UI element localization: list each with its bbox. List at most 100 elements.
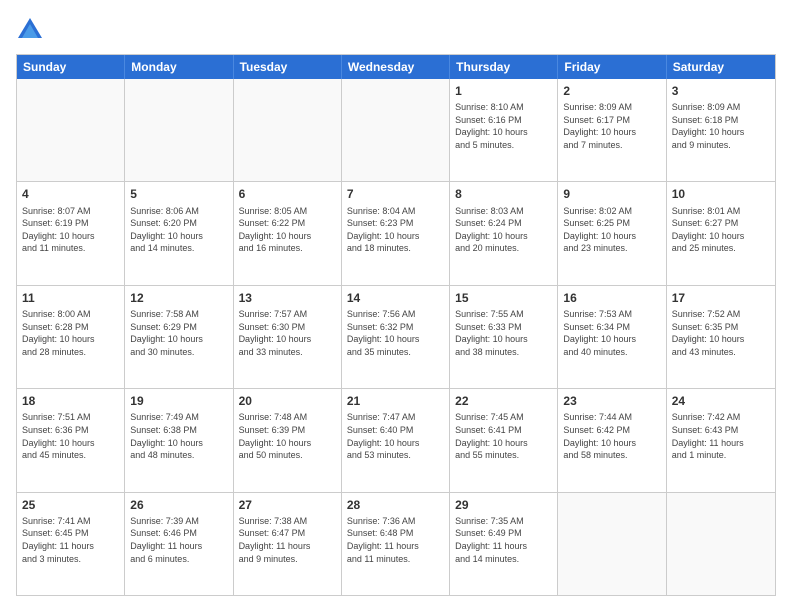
calendar-day-20: 20 Sunrise: 7:48 AM Sunset: 6:39 PM Dayli… — [234, 389, 342, 491]
day-number: 20 — [239, 393, 336, 409]
calendar-row-4: 18 Sunrise: 7:51 AM Sunset: 6:36 PM Dayli… — [17, 388, 775, 491]
day-details: Sunrise: 8:00 AM Sunset: 6:28 PM Dayligh… — [22, 308, 119, 358]
day-number: 2 — [563, 83, 660, 99]
calendar-day-16: 16 Sunrise: 7:53 AM Sunset: 6:34 PM Dayli… — [558, 286, 666, 388]
day-number: 7 — [347, 186, 444, 202]
day-details: Sunrise: 7:38 AM Sunset: 6:47 PM Dayligh… — [239, 515, 336, 565]
header — [16, 16, 776, 44]
day-number: 28 — [347, 497, 444, 513]
calendar-day-3: 3 Sunrise: 8:09 AM Sunset: 6:18 PM Daylig… — [667, 79, 775, 181]
calendar-day-7: 7 Sunrise: 8:04 AM Sunset: 6:23 PM Daylig… — [342, 182, 450, 284]
day-details: Sunrise: 7:52 AM Sunset: 6:35 PM Dayligh… — [672, 308, 770, 358]
day-details: Sunrise: 7:47 AM Sunset: 6:40 PM Dayligh… — [347, 411, 444, 461]
day-number: 16 — [563, 290, 660, 306]
calendar-row-5: 25Sunrise: 7:41 AM Sunset: 6:45 PM Dayli… — [17, 492, 775, 595]
calendar-day-22: 22 Sunrise: 7:45 AM Sunset: 6:41 PM Dayli… — [450, 389, 558, 491]
calendar-day-2: 2Sunrise: 8:09 AM Sunset: 6:17 PM Daylig… — [558, 79, 666, 181]
calendar-empty-cell — [17, 79, 125, 181]
calendar: SundayMondayTuesdayWednesdayThursdayFrid… — [16, 54, 776, 596]
day-number: 19 — [130, 393, 227, 409]
calendar-row-3: 11 Sunrise: 8:00 AM Sunset: 6:28 PM Dayli… — [17, 285, 775, 388]
day-number: 24 — [672, 393, 770, 409]
day-details: Sunrise: 8:02 AM Sunset: 6:25 PM Dayligh… — [563, 205, 660, 255]
day-details: Sunrise: 7:53 AM Sunset: 6:34 PM Dayligh… — [563, 308, 660, 358]
day-details: Sunrise: 7:51 AM Sunset: 6:36 PM Dayligh… — [22, 411, 119, 461]
calendar-day-9: 9Sunrise: 8:02 AM Sunset: 6:25 PM Daylig… — [558, 182, 666, 284]
day-number: 15 — [455, 290, 552, 306]
day-details: Sunrise: 8:03 AM Sunset: 6:24 PM Dayligh… — [455, 205, 552, 255]
calendar-day-5: 5 Sunrise: 8:06 AM Sunset: 6:20 PM Daylig… — [125, 182, 233, 284]
day-number: 29 — [455, 497, 552, 513]
calendar-day-8: 8 Sunrise: 8:03 AM Sunset: 6:24 PM Daylig… — [450, 182, 558, 284]
day-number: 10 — [672, 186, 770, 202]
calendar-day-27: 27 Sunrise: 7:38 AM Sunset: 6:47 PM Dayli… — [234, 493, 342, 595]
calendar-header: SundayMondayTuesdayWednesdayThursdayFrid… — [17, 55, 775, 79]
calendar-day-1: 1 Sunrise: 8:10 AM Sunset: 6:16 PM Daylig… — [450, 79, 558, 181]
day-details: Sunrise: 7:58 AM Sunset: 6:29 PM Dayligh… — [130, 308, 227, 358]
day-details: Sunrise: 8:01 AM Sunset: 6:27 PM Dayligh… — [672, 205, 770, 255]
day-number: 14 — [347, 290, 444, 306]
header-day-friday: Friday — [558, 55, 666, 79]
day-number: 3 — [672, 83, 770, 99]
day-number: 17 — [672, 290, 770, 306]
day-number: 5 — [130, 186, 227, 202]
calendar-empty-cell — [342, 79, 450, 181]
day-number: 12 — [130, 290, 227, 306]
day-details: Sunrise: 7:36 AM Sunset: 6:48 PM Dayligh… — [347, 515, 444, 565]
day-number: 13 — [239, 290, 336, 306]
calendar-day-4: 4Sunrise: 8:07 AM Sunset: 6:19 PM Daylig… — [17, 182, 125, 284]
day-number: 21 — [347, 393, 444, 409]
calendar-day-26: 26 Sunrise: 7:39 AM Sunset: 6:46 PM Dayli… — [125, 493, 233, 595]
header-day-monday: Monday — [125, 55, 233, 79]
day-details: Sunrise: 8:10 AM Sunset: 6:16 PM Dayligh… — [455, 101, 552, 151]
calendar-day-25: 25Sunrise: 7:41 AM Sunset: 6:45 PM Dayli… — [17, 493, 125, 595]
calendar-day-6: 6 Sunrise: 8:05 AM Sunset: 6:22 PM Daylig… — [234, 182, 342, 284]
calendar-day-13: 13 Sunrise: 7:57 AM Sunset: 6:30 PM Dayli… — [234, 286, 342, 388]
calendar-day-18: 18 Sunrise: 7:51 AM Sunset: 6:36 PM Dayli… — [17, 389, 125, 491]
calendar-day-24: 24 Sunrise: 7:42 AM Sunset: 6:43 PM Dayli… — [667, 389, 775, 491]
calendar-empty-cell — [125, 79, 233, 181]
day-details: Sunrise: 8:05 AM Sunset: 6:22 PM Dayligh… — [239, 205, 336, 255]
day-details: Sunrise: 7:57 AM Sunset: 6:30 PM Dayligh… — [239, 308, 336, 358]
calendar-day-28: 28 Sunrise: 7:36 AM Sunset: 6:48 PM Dayli… — [342, 493, 450, 595]
header-day-thursday: Thursday — [450, 55, 558, 79]
header-day-saturday: Saturday — [667, 55, 775, 79]
day-details: Sunrise: 7:48 AM Sunset: 6:39 PM Dayligh… — [239, 411, 336, 461]
day-details: Sunrise: 8:06 AM Sunset: 6:20 PM Dayligh… — [130, 205, 227, 255]
logo-icon — [16, 16, 44, 44]
calendar-day-10: 10 Sunrise: 8:01 AM Sunset: 6:27 PM Dayli… — [667, 182, 775, 284]
day-details: Sunrise: 7:35 AM Sunset: 6:49 PM Dayligh… — [455, 515, 552, 565]
day-number: 22 — [455, 393, 552, 409]
calendar-row-1: 1 Sunrise: 8:10 AM Sunset: 6:16 PM Daylig… — [17, 79, 775, 181]
header-day-sunday: Sunday — [17, 55, 125, 79]
day-details: Sunrise: 7:39 AM Sunset: 6:46 PM Dayligh… — [130, 515, 227, 565]
calendar-day-14: 14 Sunrise: 7:56 AM Sunset: 6:32 PM Dayli… — [342, 286, 450, 388]
day-number: 1 — [455, 83, 552, 99]
day-number: 6 — [239, 186, 336, 202]
calendar-day-23: 23Sunrise: 7:44 AM Sunset: 6:42 PM Dayli… — [558, 389, 666, 491]
day-number: 27 — [239, 497, 336, 513]
day-details: Sunrise: 7:49 AM Sunset: 6:38 PM Dayligh… — [130, 411, 227, 461]
day-details: Sunrise: 7:44 AM Sunset: 6:42 PM Dayligh… — [563, 411, 660, 461]
calendar-day-17: 17 Sunrise: 7:52 AM Sunset: 6:35 PM Dayli… — [667, 286, 775, 388]
day-number: 18 — [22, 393, 119, 409]
day-number: 26 — [130, 497, 227, 513]
day-details: Sunrise: 7:42 AM Sunset: 6:43 PM Dayligh… — [672, 411, 770, 461]
day-number: 4 — [22, 186, 119, 202]
calendar-day-12: 12 Sunrise: 7:58 AM Sunset: 6:29 PM Dayli… — [125, 286, 233, 388]
calendar-day-11: 11 Sunrise: 8:00 AM Sunset: 6:28 PM Dayli… — [17, 286, 125, 388]
logo — [16, 16, 48, 44]
calendar-empty-cell — [667, 493, 775, 595]
day-number: 11 — [22, 290, 119, 306]
day-details: Sunrise: 7:55 AM Sunset: 6:33 PM Dayligh… — [455, 308, 552, 358]
calendar-empty-cell — [558, 493, 666, 595]
day-details: Sunrise: 7:45 AM Sunset: 6:41 PM Dayligh… — [455, 411, 552, 461]
calendar-empty-cell — [234, 79, 342, 181]
calendar-day-21: 21 Sunrise: 7:47 AM Sunset: 6:40 PM Dayli… — [342, 389, 450, 491]
day-number: 8 — [455, 186, 552, 202]
day-details: Sunrise: 8:09 AM Sunset: 6:18 PM Dayligh… — [672, 101, 770, 151]
day-details: Sunrise: 7:56 AM Sunset: 6:32 PM Dayligh… — [347, 308, 444, 358]
calendar-body: 1 Sunrise: 8:10 AM Sunset: 6:16 PM Daylig… — [17, 79, 775, 595]
day-details: Sunrise: 8:04 AM Sunset: 6:23 PM Dayligh… — [347, 205, 444, 255]
page: SundayMondayTuesdayWednesdayThursdayFrid… — [0, 0, 792, 612]
